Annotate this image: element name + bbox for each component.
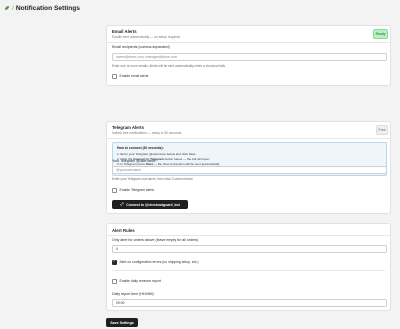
enable-email-alerts-label: Enable email alerts bbox=[119, 74, 149, 79]
daily-report-label: Enable daily revenue report bbox=[119, 279, 161, 284]
email-alerts-card: Email Alerts Emails sent automatically —… bbox=[106, 25, 391, 86]
page-header: / Notification Settings bbox=[0, 0, 400, 16]
card-divider bbox=[107, 235, 390, 236]
email-recipients-label: Email recipients (comma-separated) bbox=[112, 45, 170, 49]
telegram-username-input[interactable] bbox=[112, 166, 387, 174]
telegram-username-hint: Enter your Telegram username, then click… bbox=[112, 177, 193, 181]
card-divider bbox=[112, 270, 385, 271]
config-errors-row[interactable]: ✓ Alert on configuration errors (no ship… bbox=[112, 260, 198, 265]
leaf-icon bbox=[4, 5, 10, 11]
daily-report-checkbox[interactable] bbox=[112, 279, 117, 284]
page-title: Notification Settings bbox=[15, 4, 80, 12]
enable-telegram-alerts-label: Enable Telegram alerts bbox=[119, 188, 155, 193]
enable-email-alerts-row[interactable]: Enable email alerts bbox=[112, 74, 148, 79]
connect-telegram-button[interactable]: Connect to @checkoutguard_bot bbox=[112, 200, 188, 209]
alert-rules-card: Alert Rules Only alert for orders above … bbox=[106, 223, 391, 311]
daily-report-row[interactable]: Enable daily revenue report bbox=[112, 279, 161, 284]
min-order-label: Only alert for orders above (leave empty… bbox=[112, 238, 199, 242]
alert-rules-title: Alert Rules bbox=[112, 228, 135, 233]
card-divider bbox=[107, 42, 390, 43]
enable-telegram-alerts-checkbox[interactable] bbox=[112, 188, 117, 193]
telegram-alerts-subtitle: Instant free notifications — setup in 30… bbox=[112, 130, 182, 135]
telegram-alerts-card: Telegram Alerts Instant free notificatio… bbox=[106, 121, 391, 214]
email-recipients-hint: Enter one or more emails. Alerts will be… bbox=[112, 64, 226, 68]
email-alerts-subtitle: Emails sent automatically — no setup req… bbox=[112, 34, 180, 39]
enable-email-alerts-checkbox[interactable] bbox=[112, 74, 117, 79]
save-settings-button[interactable]: Save Settings bbox=[106, 318, 138, 327]
card-divider bbox=[107, 138, 390, 139]
how-to-connect-title: How to connect (30 seconds): bbox=[117, 146, 164, 150]
config-errors-label: Alert on configuration errors (no shippi… bbox=[119, 260, 199, 265]
breadcrumb-separator: / bbox=[12, 4, 14, 12]
email-recipients-input[interactable] bbox=[112, 53, 387, 61]
ready-badge: Ready bbox=[373, 29, 388, 39]
email-alerts-title: Email Alerts bbox=[112, 29, 137, 34]
telegram-alerts-title: Telegram Alerts bbox=[112, 125, 144, 130]
config-errors-checkbox[interactable]: ✓ bbox=[112, 260, 117, 265]
min-order-input[interactable] bbox=[112, 245, 387, 253]
enable-telegram-alerts-row[interactable]: Enable Telegram alerts bbox=[112, 188, 154, 193]
report-time-input[interactable] bbox=[112, 299, 387, 307]
connect-telegram-label: Connect to @checkoutguard_bot bbox=[126, 202, 180, 207]
report-time-label: Daily report time (HH:MM) bbox=[112, 292, 154, 296]
link-icon bbox=[120, 202, 124, 207]
free-badge: Free bbox=[376, 125, 388, 135]
telegram-username-label: Your Telegram @username bbox=[112, 159, 156, 163]
